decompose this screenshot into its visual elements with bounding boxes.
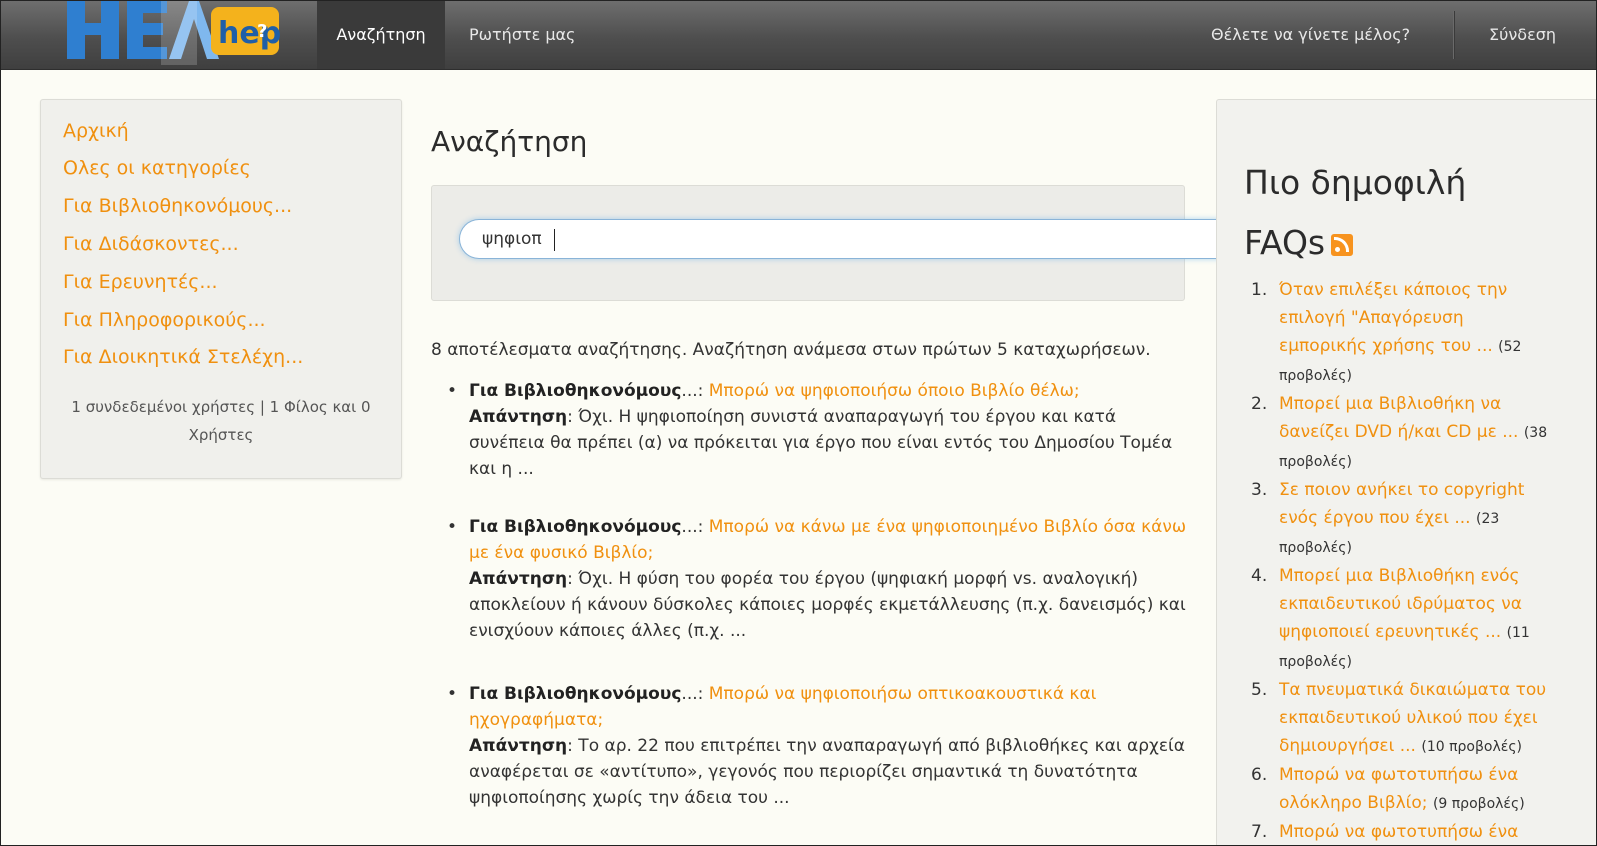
faq-views: (9 προβολές) bbox=[1432, 796, 1525, 812]
page: hep ? Αναζήτηση Ρωτήστε μας Θέλετε να γί… bbox=[0, 0, 1597, 846]
answer-label: Απάντηση bbox=[469, 407, 568, 427]
faq-number: 2. bbox=[1251, 394, 1268, 414]
result-category: Για Βιβλιοθηκονόμους bbox=[469, 684, 682, 704]
bullet-icon: • bbox=[447, 517, 458, 537]
faq-question-link[interactable]: Μπορεί μια Βιβλιοθήκη ενός εκπαιδευτικού… bbox=[1279, 566, 1522, 642]
result-category: Για Βιβλιοθηκονόμους bbox=[469, 517, 682, 537]
answer-label: Απάντηση bbox=[469, 569, 568, 589]
online-users-line2: Χρήστες bbox=[188, 426, 254, 444]
rss-feed-icon[interactable] bbox=[1331, 233, 1354, 256]
top-navbar: hep ? Αναζήτηση Ρωτήστε μας Θέλετε να γί… bbox=[1, 1, 1596, 70]
popular-faqs-list: 1. Όταν επιλέξει κάποιος την επιλογή "Απ… bbox=[1251, 276, 1551, 845]
sidebar-item-librarians[interactable]: Για Βιβλιοθηκονόμους... bbox=[63, 195, 292, 217]
search-input[interactable] bbox=[459, 219, 1239, 259]
nav-search[interactable]: Αναζήτηση bbox=[317, 1, 445, 69]
list-item: 6. Μπορώ να φωτοτυπήσω ένα ολόκληρο Βιβλ… bbox=[1251, 761, 1551, 818]
heal-help-logo[interactable]: hep ? bbox=[61, 0, 281, 65]
answer-text: : Όχι. Η φύση του φορέα του έργου (ψηφια… bbox=[469, 569, 1186, 641]
popular-faqs-title: Πιο δημοφιλή FAQs bbox=[1244, 153, 1466, 273]
faq-question-link[interactable]: Όταν επιλέξει κάποιος την επιλογή "Απαγό… bbox=[1279, 280, 1507, 356]
nav-ask-us[interactable]: Ρωτήστε μας bbox=[469, 1, 575, 69]
list-item: 4. Μπορεί μια Βιβλιοθήκη ενός εκπαιδευτι… bbox=[1251, 562, 1551, 676]
result-question-link[interactable]: Μπορώ να ψηφιοποιήσω όποιο Βιβλίο θέλω; bbox=[709, 381, 1080, 401]
result-separator: ...: bbox=[681, 517, 709, 537]
answer-text: : Το αρ. 22 που επιτρέπει την αναπαραγωγ… bbox=[469, 736, 1185, 808]
nav-login[interactable]: Σύνδεση bbox=[1489, 1, 1556, 69]
popular-title-line1: Πιο δημοφιλή bbox=[1244, 163, 1467, 202]
result-category: Για Βιβλιοθηκονόμους bbox=[469, 381, 682, 401]
sidebar-item-administrators[interactable]: Για Διοικητικά Στελέχη... bbox=[63, 346, 303, 368]
online-users-line1: 1 συνδεδεμένοι χρήστες | 1 Φίλος και 0 bbox=[71, 398, 371, 416]
result-separator: ...: bbox=[681, 684, 709, 704]
answer-text: : Όχι. Η ψηφιοποίηση συνιστά αναπαραγωγή… bbox=[469, 407, 1173, 479]
list-item: 7. Μπορώ να φωτοτυπήσω ένα bbox=[1251, 818, 1551, 845]
faq-views: (10 προβολές) bbox=[1421, 739, 1522, 755]
page-title: Αναζήτηση bbox=[431, 125, 588, 158]
faq-number: 3. bbox=[1251, 480, 1268, 500]
sidebar-item-home[interactable]: Αρχική bbox=[63, 120, 129, 142]
search-result: • Για Βιβλιοθηκονόμους...: Μπορώ να ψηφι… bbox=[447, 681, 1187, 811]
list-item: 3. Σε ποιον ανήκει το copyright ενός έργ… bbox=[1251, 476, 1551, 562]
sidebar-item-teachers[interactable]: Για Διδάσκοντες... bbox=[63, 233, 239, 255]
search-result: • Για Βιβλιοθηκονόμους...: Μπορώ να ψηφι… bbox=[447, 378, 1187, 482]
list-item: 5. Τα πνευματικά δικαιώματα του εκπαιδευ… bbox=[1251, 676, 1551, 761]
list-item: 1. Όταν επιλέξει κάποιος την επιλογή "Απ… bbox=[1251, 276, 1551, 390]
faq-number: 5. bbox=[1251, 680, 1268, 700]
bullet-icon: • bbox=[447, 381, 458, 401]
nav-become-member[interactable]: Θέλετε να γίνετε μέλος? bbox=[1211, 1, 1410, 69]
svg-text:?: ? bbox=[257, 21, 267, 42]
answer-label: Απάντηση bbox=[469, 736, 568, 756]
categories-sidebar: Αρχική Ολες οι κατηγορίες Για Βιβλιοθηκο… bbox=[40, 99, 402, 479]
list-item: 2. Μπορεί μια Βιβλιοθήκη να δανείζει DVD… bbox=[1251, 390, 1551, 476]
text-caret bbox=[554, 229, 555, 251]
faq-number: 1. bbox=[1251, 280, 1268, 300]
svg-text:hep: hep bbox=[218, 16, 281, 51]
result-separator: ...: bbox=[681, 381, 709, 401]
search-result: • Για Βιβλιοθηκονόμους...: Μπορώ να κάνω… bbox=[447, 514, 1187, 644]
sidebar-item-all-categories[interactable]: Ολες οι κατηγορίες bbox=[63, 157, 251, 179]
sidebar-item-it-staff[interactable]: Για Πληροφορικούς... bbox=[63, 309, 266, 331]
nav-divider bbox=[1453, 11, 1455, 59]
faq-question-link[interactable]: Μπορεί μια Βιβλιοθήκη να δανείζει DVD ή/… bbox=[1279, 394, 1518, 442]
sidebar-item-researchers[interactable]: Για Ερευνητές... bbox=[63, 271, 218, 293]
faq-question-link[interactable]: Μπορώ να φωτοτυπήσω ένα bbox=[1279, 822, 1518, 842]
faq-number: 6. bbox=[1251, 765, 1268, 785]
bullet-icon: • bbox=[447, 684, 458, 704]
popular-title-line2: FAQs bbox=[1244, 223, 1326, 262]
results-summary: 8 αποτέλεσματα αναζήτησης. Αναζήτηση ανά… bbox=[431, 340, 1151, 360]
faq-number: 7. bbox=[1251, 822, 1268, 842]
faq-number: 4. bbox=[1251, 566, 1268, 586]
